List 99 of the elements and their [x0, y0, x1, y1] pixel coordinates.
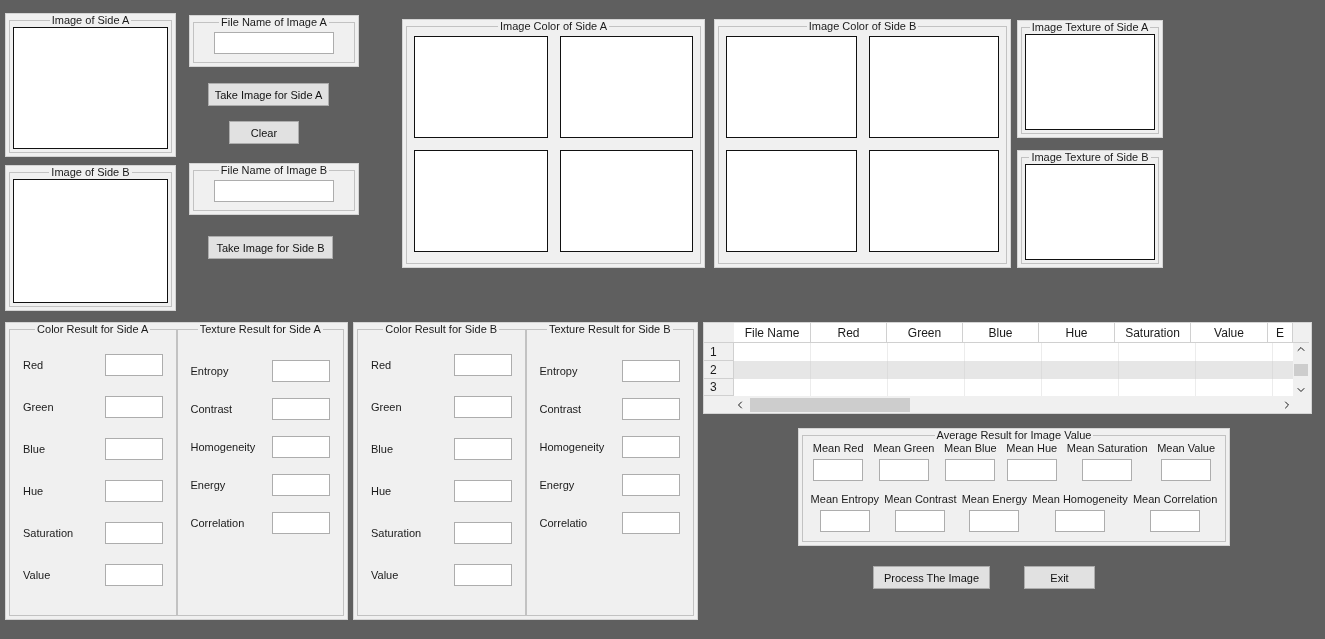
average-field[interactable]	[813, 459, 864, 481]
row-header[interactable]: 3	[704, 379, 734, 396]
column-header[interactable]: Saturation	[1115, 323, 1191, 343]
result-label: Correlatio	[539, 517, 589, 529]
panel-title: Texture Result for Side A	[198, 323, 322, 336]
result-label: Energy	[539, 479, 576, 491]
file-name-field[interactable]	[214, 180, 334, 202]
average-label: Mean Hue	[1006, 442, 1058, 454]
average-field[interactable]	[1161, 459, 1212, 481]
result-field[interactable]	[622, 360, 680, 382]
panel-title: File Name of Image A	[220, 16, 328, 29]
result-field[interactable]	[622, 398, 680, 420]
average-field[interactable]	[895, 510, 946, 532]
result-label: Saturation	[23, 527, 75, 539]
result-field[interactable]	[272, 360, 330, 382]
average-label: Mean Green	[873, 442, 935, 454]
average-field[interactable]	[1055, 510, 1106, 532]
average-label: Mean Entropy	[810, 493, 880, 505]
average-label: Mean Value	[1157, 442, 1216, 454]
average-field[interactable]	[945, 459, 996, 481]
result-field[interactable]	[272, 436, 330, 458]
result-label: Homogeneity	[539, 441, 606, 453]
process-button[interactable]: Process The Image	[873, 566, 990, 589]
average-field[interactable]	[1082, 459, 1133, 481]
result-field[interactable]	[272, 474, 330, 496]
scrollbar-thumb[interactable]	[750, 397, 910, 412]
result-field[interactable]	[453, 396, 512, 418]
panel-title: Image Texture of Side A	[1030, 21, 1150, 34]
take-image-button[interactable]: Take Image for Side B	[208, 236, 333, 259]
result-field[interactable]	[622, 512, 680, 534]
panel-title: Image of Side A	[50, 14, 131, 27]
panel-title: Texture Result for Side B	[547, 323, 672, 336]
panel-title: Color Result for Side A	[36, 323, 150, 336]
result-label: Red	[23, 359, 45, 371]
panel-title: Color Result for Side B	[384, 323, 499, 336]
average-field[interactable]	[1150, 510, 1201, 532]
average-label: Mean Contrast	[884, 493, 957, 505]
result-field[interactable]	[453, 564, 512, 586]
result-field[interactable]	[104, 438, 163, 460]
average-label: Mean Saturation	[1066, 442, 1148, 454]
panel-title: File Name of Image B	[219, 164, 329, 177]
column-header[interactable]: Hue	[1039, 323, 1115, 343]
result-field[interactable]	[453, 354, 512, 376]
result-label: Saturation	[371, 527, 423, 539]
panel-title: Image of Side B	[50, 166, 131, 179]
result-label: Hue	[23, 485, 45, 497]
result-label: Entropy	[539, 365, 579, 377]
average-label: Mean Energy	[961, 493, 1028, 505]
result-field[interactable]	[104, 396, 163, 418]
column-header[interactable]: Red	[811, 323, 887, 343]
result-label: Red	[371, 359, 393, 371]
result-label: Contrast	[190, 403, 234, 415]
scrollbar-thumb[interactable]	[1294, 363, 1308, 376]
result-label: Homogeneity	[190, 441, 257, 453]
result-label: Value	[23, 569, 52, 581]
result-field[interactable]	[622, 474, 680, 496]
column-header[interactable]: File Name	[734, 323, 811, 343]
column-header[interactable]: Blue	[963, 323, 1039, 343]
result-field[interactable]	[104, 354, 163, 376]
panel-title: Image Color of Side B	[807, 20, 918, 33]
average-label: Mean Blue	[944, 442, 997, 454]
exit-button[interactable]: Exit	[1024, 566, 1095, 589]
result-label: Energy	[190, 479, 227, 491]
result-label: Value	[371, 569, 400, 581]
panel-title: Average Result for Image Value	[935, 429, 1093, 442]
average-field[interactable]	[878, 459, 929, 481]
result-label: Hue	[371, 485, 393, 497]
result-label: Blue	[371, 443, 395, 455]
result-label: Blue	[23, 443, 47, 455]
result-field[interactable]	[104, 522, 163, 544]
clear-button[interactable]: Clear	[229, 121, 299, 144]
result-field[interactable]	[622, 436, 680, 458]
column-header[interactable]: Value	[1191, 323, 1268, 343]
average-field[interactable]	[819, 510, 870, 532]
result-field[interactable]	[104, 480, 163, 502]
result-label: Green	[371, 401, 403, 413]
average-label: Mean Correlation	[1132, 493, 1218, 505]
file-name-field[interactable]	[214, 32, 334, 54]
result-field[interactable]	[104, 564, 163, 586]
take-image-button[interactable]: Take Image for Side A	[208, 83, 329, 106]
average-field[interactable]	[1006, 459, 1057, 481]
average-label: Mean Homogeneity	[1032, 493, 1128, 505]
panel-title: Image Color of Side A	[499, 20, 608, 33]
result-field[interactable]	[272, 398, 330, 420]
result-label: Entropy	[190, 365, 230, 377]
result-field[interactable]	[453, 522, 512, 544]
column-header[interactable]: Green	[887, 323, 963, 343]
result-label: Contrast	[539, 403, 583, 415]
result-field[interactable]	[453, 438, 512, 460]
column-header[interactable]: E	[1268, 323, 1293, 343]
result-field[interactable]	[272, 512, 330, 534]
row-header[interactable]: 2	[704, 361, 734, 379]
panel-title: Image Texture of Side B	[1030, 151, 1150, 164]
result-label: Correlation	[190, 517, 246, 529]
result-field[interactable]	[453, 480, 512, 502]
average-field[interactable]	[969, 510, 1020, 532]
average-label: Mean Red	[812, 442, 864, 454]
result-label: Green	[23, 401, 55, 413]
row-header[interactable]: 1	[704, 343, 734, 361]
